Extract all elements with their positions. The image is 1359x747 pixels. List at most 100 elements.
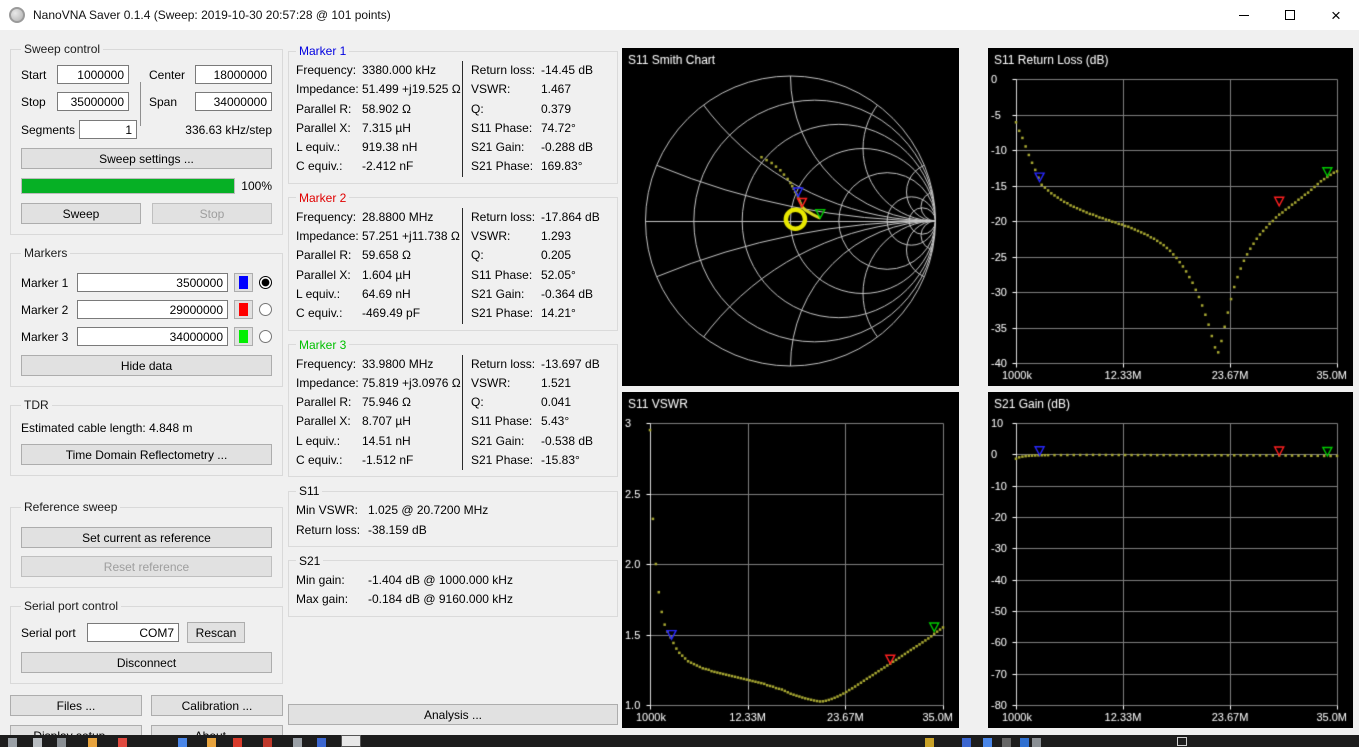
detail-value: 169.83°	[541, 159, 583, 174]
detail-col-left: Frequency: 33.9800 MHz Impedance: 75.819…	[296, 355, 462, 471]
detail-value: 14.21°	[541, 306, 576, 321]
detail-row: Parallel X: 8.707 µH	[296, 412, 462, 431]
marker-frequency-input[interactable]	[77, 273, 228, 292]
detail-value: -13.697 dB	[541, 356, 600, 371]
marker-label: Marker 1	[21, 275, 69, 290]
taskbar-app-icon[interactable]	[293, 738, 302, 747]
detail-label: Max gain:	[296, 592, 349, 607]
taskbar-app-icon[interactable]	[233, 738, 242, 747]
detail-value: -38.159 dB	[368, 522, 427, 537]
taskbar-app-icon[interactable]	[57, 738, 66, 747]
set-reference-button[interactable]: Set current as reference	[21, 527, 272, 548]
taskbar-app-icon[interactable]	[962, 738, 971, 747]
detail-label: L equiv.:	[296, 140, 341, 155]
sweep-settings-button[interactable]: Sweep settings ...	[21, 148, 272, 169]
span-input[interactable]	[195, 92, 272, 111]
minimize-button[interactable]	[1221, 0, 1267, 30]
marker-color-fill	[239, 276, 248, 289]
tdr-button[interactable]: Time Domain Reflectometry ...	[21, 444, 272, 465]
stop-button[interactable]: Stop	[152, 203, 272, 224]
taskbar-app-icon[interactable]	[8, 738, 17, 747]
detail-label: Parallel X:	[296, 414, 351, 429]
segments-input[interactable]	[79, 120, 137, 139]
s11-summary-rows: Min VSWR: 1.025 @ 20.7200 MHz Return los…	[296, 501, 610, 540]
sweep-column-divider	[140, 82, 141, 126]
taskbar-app-icon[interactable]	[317, 738, 326, 747]
detail-label: Return loss:	[471, 209, 536, 224]
detail-label: Parallel R:	[296, 395, 352, 410]
sweep-button[interactable]: Sweep	[21, 203, 141, 224]
s11-smith-chart-panel	[622, 48, 959, 386]
detail-value: 75.946 Ω	[362, 395, 412, 410]
marker-frequency-input[interactable]	[77, 327, 228, 346]
analysis-button[interactable]: Analysis ...	[288, 704, 618, 725]
taskbar-app-icon[interactable]	[1020, 738, 1029, 747]
maximize-button[interactable]	[1267, 0, 1313, 30]
taskbar-tray-window-icon[interactable]	[1177, 737, 1187, 746]
marker-detail-panel: Marker 3 Frequency: 33.9800 MHz Impedanc…	[288, 337, 618, 478]
stop-input[interactable]	[57, 92, 129, 111]
detail-value: 919.38 nH	[362, 140, 418, 155]
detail-row: S21 Phase: -15.83°	[471, 451, 610, 470]
detail-label: S11 Phase:	[471, 414, 533, 429]
taskbar-app-icon[interactable]	[983, 738, 992, 747]
taskbar-active-window-button[interactable]	[341, 735, 361, 747]
rescan-button[interactable]: Rescan	[187, 622, 245, 643]
s11-vswr-canvas[interactable]	[622, 392, 959, 728]
start-input[interactable]	[57, 65, 129, 84]
detail-label: Return loss:	[471, 63, 536, 77]
detail-row: VSWR: 1.467	[471, 80, 610, 99]
taskbar-app-icon[interactable]	[33, 738, 42, 747]
close-icon: ×	[1331, 5, 1341, 25]
detail-value: -14.45 dB	[541, 63, 594, 77]
marker-color-swatch[interactable]	[234, 300, 253, 319]
taskbar-app-icon[interactable]	[263, 738, 272, 747]
serial-port-input[interactable]	[87, 623, 179, 642]
taskbar-app-icon[interactable]	[1002, 738, 1011, 747]
marker-color-swatch[interactable]	[234, 327, 253, 346]
taskbar-app-icon[interactable]	[925, 738, 934, 747]
detail-value: 51.499 +j19.525 Ω	[362, 82, 461, 97]
detail-row: Parallel R: 59.658 Ω	[296, 246, 462, 265]
serial-port-label: Serial port	[21, 625, 76, 640]
reset-reference-button[interactable]: Reset reference	[21, 556, 272, 577]
close-button[interactable]: ×	[1313, 0, 1359, 30]
taskbar-app-icon[interactable]	[118, 738, 127, 747]
detail-label: S21 Phase:	[471, 159, 534, 174]
detail-value: 75.819 +j3.0976 Ω	[362, 375, 461, 390]
detail-label: VSWR:	[471, 229, 511, 244]
calibration-button[interactable]: Calibration ...	[151, 695, 283, 716]
marker-select-radio[interactable]	[259, 330, 272, 343]
s21-gain-canvas[interactable]	[988, 392, 1353, 728]
control-sidebar: Sweep control Start Center Stop Span Seg…	[10, 42, 283, 746]
s11-smith-chart-canvas[interactable]	[622, 48, 959, 386]
detail-row: VSWR: 1.293	[471, 227, 610, 246]
marker-color-fill	[239, 303, 248, 316]
center-input[interactable]	[195, 65, 272, 84]
cable-length-label: Estimated cable length:	[21, 421, 146, 435]
detail-value: -1.404 dB @ 1000.000 kHz	[368, 572, 513, 587]
detail-row: S11 Phase: 52.05°	[471, 266, 610, 285]
taskbar-app-icon[interactable]	[178, 738, 187, 747]
taskbar-app-icon[interactable]	[1032, 738, 1041, 747]
detail-col-right: Return loss: -13.697 dB VSWR: 1.521 Q: 0…	[462, 354, 610, 471]
taskbar-app-icon[interactable]	[88, 738, 97, 747]
marker-frequency-input[interactable]	[77, 300, 228, 319]
detail-label: Return loss:	[471, 356, 536, 371]
detail-label: Min gain:	[296, 572, 345, 587]
detail-row: Max gain: -0.184 dB @ 9160.000 kHz	[296, 590, 610, 609]
s21-summary-panel: S21 Min gain: -1.404 dB @ 1000.000 kHz M…	[288, 553, 618, 617]
taskbar-app-icon[interactable]	[207, 738, 216, 747]
hide-data-button[interactable]: Hide data	[21, 355, 272, 376]
detail-row: Min gain: -1.404 dB @ 1000.000 kHz	[296, 571, 610, 590]
marker-label: Marker 2	[21, 302, 69, 317]
marker-color-swatch[interactable]	[234, 273, 253, 292]
marker-select-radio[interactable]	[259, 303, 272, 316]
marker-select-radio[interactable]	[259, 276, 272, 289]
windows-taskbar[interactable]	[0, 735, 1359, 747]
files-button[interactable]: Files ...	[10, 695, 142, 716]
s11-return-loss-canvas[interactable]	[988, 48, 1353, 386]
disconnect-button[interactable]: Disconnect	[21, 652, 272, 673]
serial-port-group: Serial port control Serial port Rescan D…	[10, 599, 283, 684]
detail-value: 64.69 nH	[362, 286, 411, 301]
